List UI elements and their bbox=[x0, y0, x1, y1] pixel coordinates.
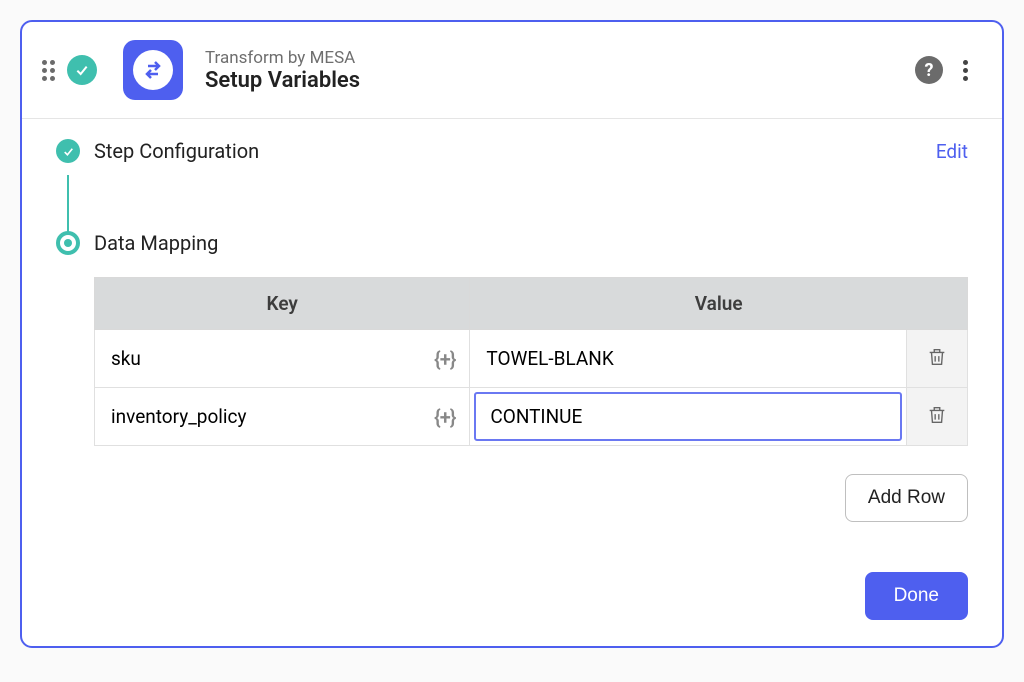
card-header: Transform by MESA Setup Variables ? bbox=[22, 22, 1002, 118]
step-card: Transform by MESA Setup Variables ? Step… bbox=[20, 20, 1004, 648]
drag-handle-icon[interactable] bbox=[42, 60, 55, 81]
transform-app-icon bbox=[123, 40, 183, 100]
step-complete-icon bbox=[56, 139, 80, 163]
table-row: {+} bbox=[95, 388, 968, 446]
insert-variable-icon[interactable]: {+} bbox=[428, 405, 469, 429]
edit-link[interactable]: Edit bbox=[936, 140, 968, 163]
status-check-icon bbox=[67, 55, 97, 85]
table-row: {+} bbox=[95, 330, 968, 388]
mapping-section: Key Value {+} bbox=[94, 277, 968, 522]
step-configuration-row: Step Configuration Edit bbox=[94, 139, 968, 163]
key-input[interactable] bbox=[95, 330, 428, 387]
more-menu-icon[interactable] bbox=[957, 54, 974, 87]
column-header-value: Value bbox=[470, 278, 968, 330]
header-subtitle: Transform by MESA bbox=[205, 48, 903, 68]
step-mapping-row: Data Mapping bbox=[94, 231, 968, 255]
header-titles: Transform by MESA Setup Variables bbox=[205, 48, 903, 93]
value-input[interactable] bbox=[470, 330, 906, 387]
insert-variable-icon[interactable]: {+} bbox=[428, 347, 469, 371]
add-row-button[interactable]: Add Row bbox=[845, 474, 968, 522]
column-header-key: Key bbox=[95, 278, 470, 330]
key-input[interactable] bbox=[95, 388, 428, 445]
step-configuration-title: Step Configuration bbox=[94, 139, 936, 163]
card-footer: Done bbox=[22, 550, 1002, 646]
card-body: Step Configuration Edit Data Mapping Key… bbox=[22, 119, 1002, 550]
step-active-icon bbox=[56, 231, 80, 255]
step-connector bbox=[67, 175, 69, 235]
header-title: Setup Variables bbox=[205, 68, 903, 93]
done-button[interactable]: Done bbox=[865, 572, 968, 620]
mapping-table: Key Value {+} bbox=[94, 277, 968, 446]
value-input[interactable] bbox=[476, 394, 900, 439]
delete-row-icon[interactable] bbox=[926, 346, 948, 368]
help-icon[interactable]: ? bbox=[915, 56, 943, 84]
step-mapping-title: Data Mapping bbox=[94, 231, 968, 255]
delete-row-icon[interactable] bbox=[926, 404, 948, 426]
